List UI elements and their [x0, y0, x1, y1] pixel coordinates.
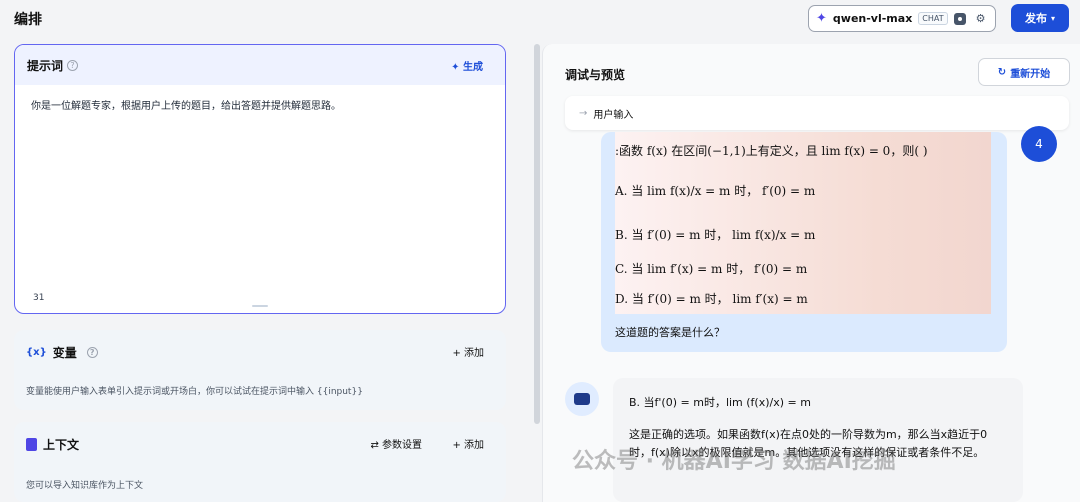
- user-avatar: 4: [1021, 126, 1057, 162]
- question-stem: :函数 f(x) 在区间(−1,1)上有定义，且 lim f(x) = 0，则(…: [615, 144, 928, 158]
- restart-label: 重新开始: [1010, 68, 1051, 80]
- page-title: 编排: [14, 12, 42, 28]
- chat-badge: CHAT: [918, 12, 948, 25]
- chevron-down-icon: ▾: [1050, 13, 1055, 23]
- user-input-toggle[interactable]: → 用户输入: [565, 96, 1069, 130]
- prompt-editor[interactable]: 提示词 ? ✦ 生成 你是一位解题专家，根据用户上传的题目，给出答题并提供解题思…: [14, 44, 506, 314]
- sliders-icon: ⇄: [370, 440, 382, 451]
- document-icon: [26, 438, 37, 451]
- variables-label: 变量: [52, 346, 77, 360]
- question-image: :函数 f(x) 在区间(−1,1)上有定义，且 lim f(x) = 0，则(…: [615, 132, 991, 314]
- prompt-label: 提示词: [27, 58, 64, 73]
- preview-title: 调试与预览: [565, 68, 626, 82]
- add-label: 添加: [464, 348, 484, 359]
- resize-handle[interactable]: [252, 305, 268, 307]
- publish-button[interactable]: 发布 ▾: [1011, 4, 1069, 32]
- context-label: 上下文: [43, 438, 80, 452]
- prompt-textarea[interactable]: 你是一位解题专家，根据用户上传的题目，给出答题并提供解题思路。: [31, 97, 341, 112]
- plus-icon: +: [452, 348, 464, 359]
- variable-icon: {x}: [26, 347, 47, 358]
- params-settings-button[interactable]: ⇄ 参数设置: [370, 436, 422, 451]
- bot-avatar: [565, 382, 599, 416]
- user-message: :函数 f(x) 在区间(−1,1)上有定义，且 lim f(x) = 0，则(…: [601, 132, 1007, 352]
- add-context-button[interactable]: + 添加: [452, 436, 484, 451]
- refresh-icon: ↻: [997, 66, 1007, 78]
- help-icon[interactable]: ?: [86, 347, 98, 358]
- sparkle-icon: ✦: [451, 62, 460, 73]
- model-selector[interactable]: ✦ qwen-vl-max CHAT ⚙: [808, 5, 996, 32]
- model-icon: ✦: [816, 11, 827, 26]
- add-variable-button[interactable]: + 添加: [452, 344, 484, 359]
- settings-sliders-icon[interactable]: ⚙: [976, 12, 986, 25]
- restart-button[interactable]: ↻ 重新开始: [978, 58, 1070, 86]
- help-icon[interactable]: ?: [67, 59, 79, 71]
- robot-icon: [574, 393, 590, 405]
- publish-label: 发布: [1024, 12, 1047, 25]
- option-c: C. 当 lim f′(x) = m 时， f′(0) = m: [615, 262, 808, 276]
- top-bar: 编排 ✦ qwen-vl-max CHAT ⚙ 发布 ▾: [0, 0, 1080, 38]
- generate-button[interactable]: ✦ 生成: [451, 58, 483, 73]
- variables-description: 变量能使用户输入表单引入提示词或开场白，你可以试试在提示词中输入 {{input…: [26, 387, 363, 397]
- user-input-label: 用户输入: [593, 109, 634, 121]
- panel-scrollbar[interactable]: [534, 44, 540, 424]
- params-label: 参数设置: [382, 440, 422, 451]
- plus-icon: +: [452, 440, 464, 451]
- option-a: A. 当 lim f(x)/x = m 时， f′(0) = m: [615, 184, 816, 198]
- option-d: D. 当 f′(0) = m 时， lim f′(x) = m: [615, 292, 808, 306]
- variables-card: {x} 变量 ? + 添加 变量能使用户输入表单引入提示词或开场白，你可以试试在…: [14, 330, 506, 410]
- preview-panel: 调试与预览 ↻ 重新开始 → 用户输入 :函数 f(x) 在区间(−1,1)上有…: [542, 44, 1080, 502]
- add-label: 添加: [464, 440, 484, 451]
- bot-message: B. 当f'(0) = m时，lim (f(x)/x) = m 这是正确的选项。…: [613, 378, 1023, 502]
- context-description: 您可以导入知识库作为上下文: [26, 481, 144, 491]
- vision-icon: [953, 12, 966, 25]
- user-question-text: 这道题的答案是什么？: [615, 326, 725, 339]
- char-count: 31: [33, 293, 45, 303]
- option-b: B. 当 f′(0) = m 时， lim f(x)/x = m: [615, 228, 816, 242]
- generate-label: 生成: [463, 62, 483, 73]
- watermark: 公众号 · 机器AI学习 数据AI挖掘: [572, 449, 896, 474]
- prompt-header: 提示词 ?: [15, 45, 505, 85]
- arrow-right-icon: →: [579, 107, 588, 119]
- context-card: 上下文 ⇄ 参数设置 + 添加 您可以导入知识库作为上下文: [14, 422, 506, 502]
- bot-answer-line: B. 当f'(0) = m时，lim (f(x)/x) = m: [629, 396, 811, 409]
- model-name: qwen-vl-max: [832, 12, 913, 25]
